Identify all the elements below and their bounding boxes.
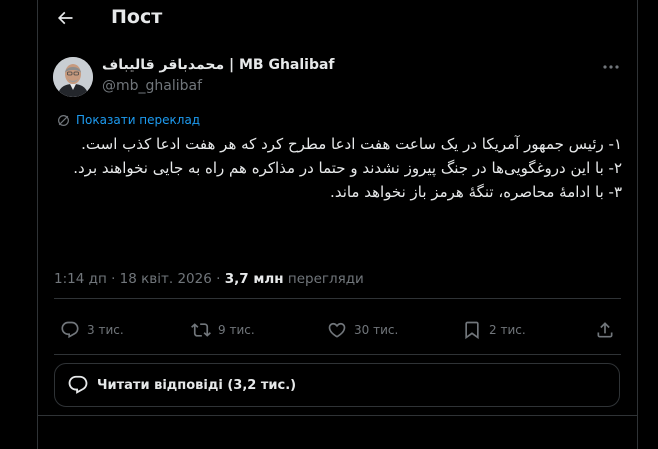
share-button[interactable]	[595, 316, 615, 344]
read-replies-button[interactable]: Читати відповіді (3,2 тис.)	[54, 363, 620, 407]
post-column: Пост محمدباقر قالیباف | MB Ghalibaf @mb_…	[37, 0, 638, 449]
author-handle[interactable]: @mb_ghalibaf	[102, 78, 202, 94]
like-button[interactable]: 30 тис.	[327, 316, 398, 344]
arrow-left-icon	[55, 8, 75, 28]
reply-count: 3 тис.	[87, 323, 124, 337]
views-label: перегляди	[287, 271, 364, 287]
post-line-1: ۱- رئیس جمهور آمریکا در یک ساعت هفت ادعا…	[81, 135, 622, 153]
reply-icon	[60, 320, 80, 340]
divider	[54, 298, 621, 299]
post-line-3: ۳- با ادامهٔ محاصره، تنگهٔ هرمز باز نخوا…	[330, 183, 622, 201]
share-icon	[595, 320, 615, 340]
header: Пост	[38, 0, 637, 37]
repost-count: 9 тис.	[218, 323, 255, 337]
views-count: 3,7 млн	[224, 271, 284, 287]
bookmark-button[interactable]: 2 тис.	[462, 316, 526, 344]
reply-button[interactable]: 3 тис.	[60, 316, 124, 344]
heart-icon	[327, 320, 347, 340]
author-name[interactable]: محمدباقر قالیباف | MB Ghalibaf	[102, 57, 335, 73]
bookmark-count: 2 тис.	[489, 323, 526, 337]
action-bar: 3 тис. 9 тис. 30 тис. 2 тис.	[38, 316, 637, 344]
read-replies-label: Читати відповіді (3,2 тис.)	[97, 377, 297, 393]
back-button[interactable]	[50, 3, 80, 33]
repost-icon	[191, 320, 211, 340]
page-title: Пост	[111, 6, 163, 28]
more-icon	[602, 64, 620, 70]
divider	[38, 415, 637, 416]
like-count: 30 тис.	[354, 323, 399, 337]
post-line-2: ۲- با این دروغگویی‌ها در جنگ پیروز نشدند…	[73, 159, 622, 177]
post-text: ۱- رئیس جمهور آمریکا در یک ساعت هفت ادعا…	[52, 132, 622, 204]
translate-label: Показати переклад	[76, 113, 201, 127]
post-time[interactable]: 1:14 дп	[54, 271, 107, 287]
translate-icon	[57, 114, 70, 127]
bookmark-icon	[462, 320, 482, 340]
post-meta: 1:14 дп · 18 квіт. 2026 · 3,7 млн перегл…	[54, 271, 364, 287]
meta-separator: ·	[111, 271, 120, 287]
more-button[interactable]	[599, 57, 623, 77]
translate-link[interactable]: Показати переклад	[57, 113, 200, 127]
divider	[54, 354, 621, 355]
avatar[interactable]	[53, 57, 93, 97]
repost-button[interactable]: 9 тис.	[191, 316, 255, 344]
post-date[interactable]: 18 квіт. 2026	[120, 271, 212, 287]
meta-separator: ·	[216, 271, 225, 287]
replies-bubble-icon	[67, 374, 89, 396]
